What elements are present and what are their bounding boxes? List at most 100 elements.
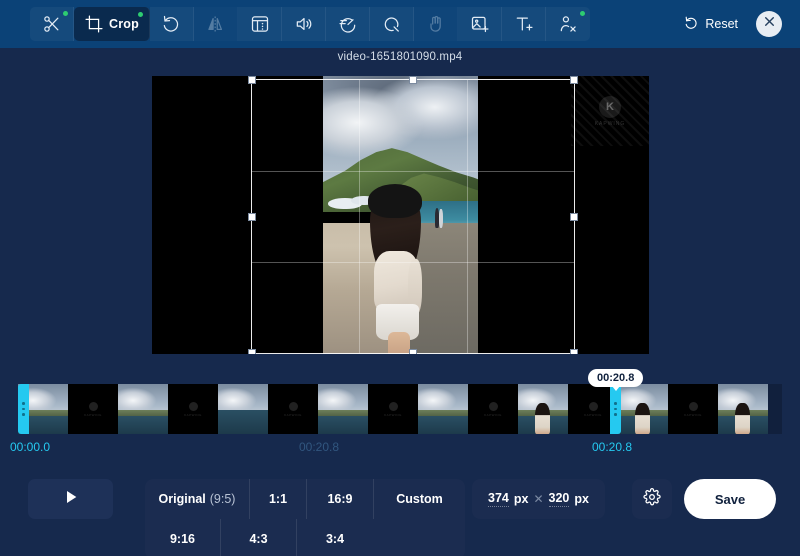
person-remove-icon	[558, 14, 578, 34]
flip-tool-button[interactable]	[194, 7, 238, 41]
crop-handle-bottom-left[interactable]	[248, 349, 256, 354]
thumbnail[interactable]	[418, 384, 468, 434]
play-button[interactable]	[28, 479, 113, 519]
settings-button[interactable]	[632, 479, 672, 519]
top-toolbar: Crop Reset	[0, 0, 800, 48]
pro-badge-dot	[63, 11, 68, 16]
add-text-tool-button[interactable]	[502, 7, 546, 41]
crop-handle-bottom-right[interactable]	[570, 349, 578, 354]
ratio-label: 1:1	[268, 492, 288, 506]
thumbnail[interactable]: KAPWING	[268, 384, 318, 434]
timeline-time-labels: 00:00.0 00:20.8 00:20.8	[0, 440, 800, 456]
rotate-left-icon	[162, 14, 182, 34]
ratio-sublabel: (9:5)	[209, 492, 236, 506]
ratio-button-custom[interactable]: Custom	[374, 479, 465, 519]
thumbnail[interactable]: KAPWING	[468, 384, 518, 434]
volume-tool-button[interactable]	[282, 7, 326, 41]
playhead-time-tooltip: 00:20.8	[588, 369, 644, 391]
timeline-end-time: 00:20.8	[592, 440, 633, 454]
bottom-toolbar: Original (9:5) 1:1 16:9 Custom 9:16 4:3 …	[0, 466, 800, 556]
ratio-label: 9:16	[169, 532, 196, 546]
timeline-start-time: 00:00.0	[10, 440, 51, 454]
crop-width-unit: px	[513, 492, 529, 506]
crop-handle-top-left[interactable]	[248, 76, 256, 84]
ratio-button-16-9[interactable]: 16:9	[307, 479, 374, 519]
crop-icon	[84, 14, 104, 34]
trim-handle-start[interactable]	[18, 384, 29, 434]
save-label: Save	[714, 491, 746, 507]
thumbnail[interactable]: KAPWING	[68, 384, 118, 434]
crop-handle-middle-left[interactable]	[248, 212, 256, 221]
ratio-label: 4:3	[249, 532, 268, 546]
reset-label: Reset	[705, 17, 738, 31]
subject-hat	[367, 184, 423, 218]
thumbnail[interactable]	[618, 384, 668, 434]
add-image-tool-button[interactable]	[458, 7, 502, 41]
thumbnail[interactable]	[318, 384, 368, 434]
cut-tool-button[interactable]	[30, 7, 74, 41]
distant-person-2	[439, 209, 444, 228]
pro-badge-dot	[138, 12, 143, 17]
crop-tool-label: Crop	[109, 17, 139, 31]
image-add-icon	[470, 14, 490, 34]
crop-tool-button[interactable]: Crop	[74, 7, 150, 41]
flip-horizontal-icon	[206, 14, 226, 34]
file-name-label: video-1651801090.mp4	[337, 51, 463, 63]
trim-handle-end[interactable]	[610, 384, 621, 434]
ratio-label: 16:9	[327, 492, 353, 506]
reset-rotate-icon	[684, 15, 699, 33]
text-add-icon	[514, 14, 534, 34]
ratio-label: Original	[158, 492, 206, 506]
thumbnail[interactable]	[718, 384, 768, 434]
ratio-button-original[interactable]: Original (9:5)	[145, 479, 250, 519]
tool-button-group: Crop	[30, 7, 590, 41]
rotate-tool-button[interactable]	[150, 7, 194, 41]
thumbnail-outside-trim[interactable]: KAPWING	[768, 384, 782, 434]
ratio-label: 3:4	[325, 532, 345, 546]
watermark-logo-icon: K	[599, 95, 621, 118]
scissors-icon	[42, 14, 62, 34]
filmstrip[interactable]: KAPWING KAPWING KAPWING KAPWING KAPWING …	[18, 384, 782, 434]
crop-height-unit: px	[574, 492, 589, 506]
close-button[interactable]	[756, 11, 782, 37]
loop-tool-button[interactable]	[370, 7, 414, 41]
speaker-icon	[294, 14, 314, 34]
thumbnail[interactable]	[518, 384, 568, 434]
ratio-button-4-3[interactable]: 4:3	[221, 519, 297, 556]
ratio-button-1-1[interactable]: 1:1	[250, 479, 307, 519]
crop-handle-top-right[interactable]	[570, 76, 578, 84]
crop-height-input[interactable]: 320	[548, 491, 570, 507]
video-preview-stage[interactable]: K KAPWING	[152, 76, 649, 354]
timeline-mid-time: 00:20.8	[299, 440, 340, 454]
thumbnail[interactable]: KAPWING	[668, 384, 718, 434]
crop-handle-bottom-center[interactable]	[409, 349, 417, 354]
aspect-ratio-panel: Original (9:5) 1:1 16:9 Custom 9:16 4:3 …	[145, 479, 465, 556]
adjust-panel-icon	[250, 14, 270, 34]
speed-gauge-icon	[338, 14, 358, 34]
thumbnail[interactable]: KAPWING	[368, 384, 418, 434]
thumbnail[interactable]	[118, 384, 168, 434]
crop-size-panel: 374 px ✕ 320 px	[472, 479, 605, 519]
adjust-tool-button[interactable]	[238, 7, 282, 41]
ratio-button-9-16[interactable]: 9:16	[145, 519, 221, 556]
thumbnail[interactable]: KAPWING	[168, 384, 218, 434]
crop-handle-top-center[interactable]	[409, 76, 417, 84]
reset-button[interactable]: Reset	[680, 11, 742, 37]
stabilize-tool-button[interactable]	[414, 7, 458, 41]
crop-handle-middle-right[interactable]	[570, 212, 578, 221]
save-button[interactable]: Save	[684, 479, 776, 519]
watermark-overlay: K KAPWING	[571, 76, 649, 146]
hand-wave-icon	[426, 14, 446, 34]
ratio-button-3-4[interactable]: 3:4	[297, 519, 373, 556]
timeline[interactable]: KAPWING KAPWING KAPWING KAPWING KAPWING …	[0, 384, 800, 434]
toolbar-right-controls: Reset	[680, 0, 782, 48]
video-editor-window: Crop Reset video-1651801090.mp4 K KAPWIN…	[0, 0, 800, 556]
pro-badge-dot	[580, 11, 585, 16]
thumbnail[interactable]	[218, 384, 268, 434]
crop-width-input[interactable]: 374	[488, 491, 509, 507]
remove-background-tool-button[interactable]	[546, 7, 590, 41]
close-icon	[763, 15, 776, 33]
speed-tool-button[interactable]	[326, 7, 370, 41]
play-icon	[63, 488, 79, 511]
video-content	[323, 76, 478, 354]
